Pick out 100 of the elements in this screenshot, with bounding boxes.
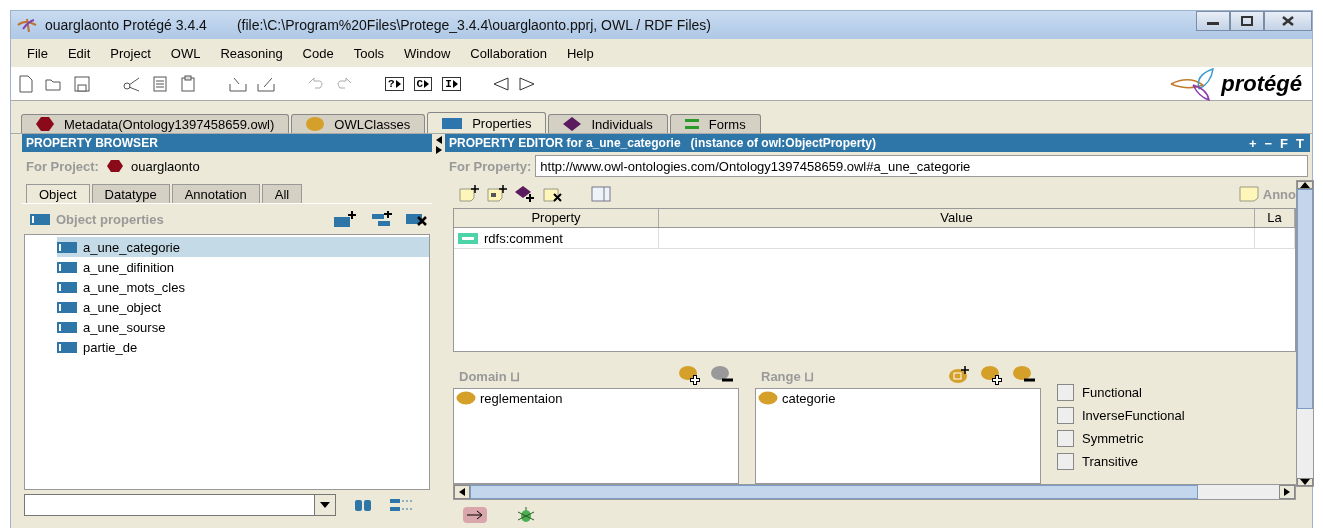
section-title: Object properties	[56, 211, 164, 227]
annotation-property-icon	[458, 232, 478, 244]
tab[interactable]: Forms	[669, 114, 761, 133]
menu-item[interactable]: Window	[394, 45, 461, 61]
collapse-right-icon[interactable]	[435, 146, 442, 154]
checkbox[interactable]	[1057, 384, 1074, 401]
paste-icon[interactable]	[179, 75, 197, 93]
import-icon[interactable]	[229, 75, 247, 93]
field-label: For Property:	[449, 158, 532, 174]
scroll-left-icon[interactable]	[459, 488, 465, 496]
tree-item[interactable]: a_une_categorie	[57, 237, 429, 257]
property-icon	[57, 301, 77, 313]
checkbox[interactable]	[1057, 430, 1074, 447]
checkbox-label: Transitive	[1082, 454, 1138, 469]
checkbox-label: Functional	[1082, 385, 1142, 400]
panel-header: PROPERTY BROWSER	[22, 134, 432, 152]
list-item[interactable]: reglementaion	[454, 389, 738, 407]
property-uri-field[interactable]: http://www.owl-ontologies.com/Ontology1397458659.owl#a_une_categorie	[535, 155, 1308, 177]
table-cell: rdfs:comment	[484, 230, 563, 246]
add-subproperty-icon[interactable]	[370, 211, 392, 227]
query-button[interactable]: C	[413, 77, 433, 91]
header-button[interactable]: −	[1264, 135, 1273, 151]
section-title: Domain ⊔	[459, 368, 521, 384]
collapse-left-icon[interactable]	[435, 136, 442, 144]
export-icon[interactable]	[257, 75, 275, 93]
search-field[interactable]	[24, 494, 336, 516]
bug-icon[interactable]	[517, 507, 535, 523]
tab[interactable]: Properties	[427, 112, 547, 133]
property-icon	[57, 281, 77, 293]
menu-item[interactable]: Code	[292, 45, 344, 61]
save-icon[interactable]	[73, 75, 91, 93]
add-note-icon[interactable]	[487, 185, 507, 203]
window-title: ouarglaonto Protégé 3.4.4	[45, 17, 207, 33]
maximize-button[interactable]	[1230, 11, 1264, 31]
tree-item[interactable]: a_une_sourse	[57, 317, 429, 337]
header-button[interactable]: T	[1296, 135, 1304, 151]
header-button[interactable]: +	[1248, 135, 1257, 151]
tree-item[interactable]: a_une_mots_cles	[57, 277, 429, 297]
tab[interactable]: Annotation	[171, 184, 260, 203]
columns-icon[interactable]	[591, 186, 611, 202]
play-icon	[452, 80, 458, 88]
menu-item[interactable]: Project	[100, 45, 161, 61]
list-view-icon[interactable]	[390, 498, 412, 512]
binoculars-icon[interactable]	[354, 498, 372, 512]
tab[interactable]: All	[261, 184, 303, 203]
menu-item[interactable]: OWL	[160, 45, 211, 61]
minimize-button[interactable]	[1196, 11, 1230, 31]
tab[interactable]: Metadata(Ontology1397458659.owl)	[21, 114, 290, 133]
tab[interactable]: Individuals	[548, 114, 668, 133]
project-icon	[106, 160, 123, 172]
menu-item[interactable]: Help	[556, 45, 604, 61]
add-property-icon[interactable]	[334, 211, 356, 227]
new-file-icon[interactable]	[17, 75, 35, 93]
add-class-icon[interactable]	[679, 366, 701, 386]
checkbox[interactable]	[1057, 407, 1074, 424]
close-button[interactable]	[1264, 11, 1312, 31]
checkbox[interactable]	[1057, 453, 1074, 470]
field-label: For Project:	[26, 158, 99, 174]
checkbox-label: InverseFunctional	[1082, 408, 1185, 423]
note-icon	[1238, 186, 1259, 202]
tab[interactable]: Datatype	[91, 184, 170, 203]
column-header[interactable]: Property	[454, 209, 659, 227]
scroll-down-icon[interactable]	[1300, 479, 1310, 485]
horizontal-scrollbar[interactable]	[453, 484, 1296, 500]
delete-note-icon[interactable]	[543, 185, 563, 203]
back-icon[interactable]	[492, 77, 509, 91]
header-button[interactable]: F	[1280, 135, 1289, 151]
property-icon	[57, 241, 77, 253]
file-path: (file:\C:\Program%20Files\Protege_3.4.4\ouarglaonto.pprj, OWL / RDF Files)	[236, 17, 712, 33]
tree-item[interactable]: a_une_difinition	[57, 257, 429, 277]
menu-item[interactable]: Edit	[57, 45, 101, 61]
delete-property-icon[interactable]	[406, 211, 428, 227]
panel-header: PROPERTY EDITOR for a_une_categorie (instance of owl:ObjectProperty)	[449, 136, 876, 150]
tree-item[interactable]: partie_de	[57, 337, 429, 357]
forward-icon[interactable]	[518, 77, 535, 91]
query-button[interactable]: I	[442, 77, 461, 91]
new-class-icon[interactable]	[949, 366, 971, 386]
tab[interactable]: Object	[26, 184, 90, 203]
app-logo-icon	[17, 17, 37, 33]
tree-item[interactable]: a_une_object	[57, 297, 429, 317]
tab[interactable]: OWLClasses	[291, 114, 426, 133]
logo-text: protégé	[1221, 71, 1302, 97]
scissors-icon[interactable]	[123, 75, 141, 93]
list-item[interactable]: categorie	[756, 389, 1040, 407]
add-note-icon[interactable]	[459, 185, 479, 203]
menu-item[interactable]: Collaboration	[460, 45, 557, 61]
menu-item[interactable]: Reasoning	[210, 45, 293, 61]
dropdown-icon	[320, 502, 330, 508]
column-header[interactable]: Value	[659, 209, 1255, 227]
project-name: ouarglaonto	[130, 158, 200, 174]
add-individual-icon[interactable]	[515, 185, 535, 203]
column-header[interactable]: La	[1255, 209, 1295, 227]
query-button[interactable]: ?	[385, 77, 404, 91]
scroll-right-icon[interactable]	[1284, 488, 1290, 496]
add-class-icon[interactable]	[981, 366, 1003, 386]
arrow-button-icon[interactable]	[463, 507, 487, 523]
vertical-scrollbar[interactable]	[1296, 180, 1314, 487]
menu-item[interactable]: Tools	[343, 45, 395, 61]
property-icon	[57, 341, 77, 353]
menu-item[interactable]: File	[17, 45, 58, 61]
